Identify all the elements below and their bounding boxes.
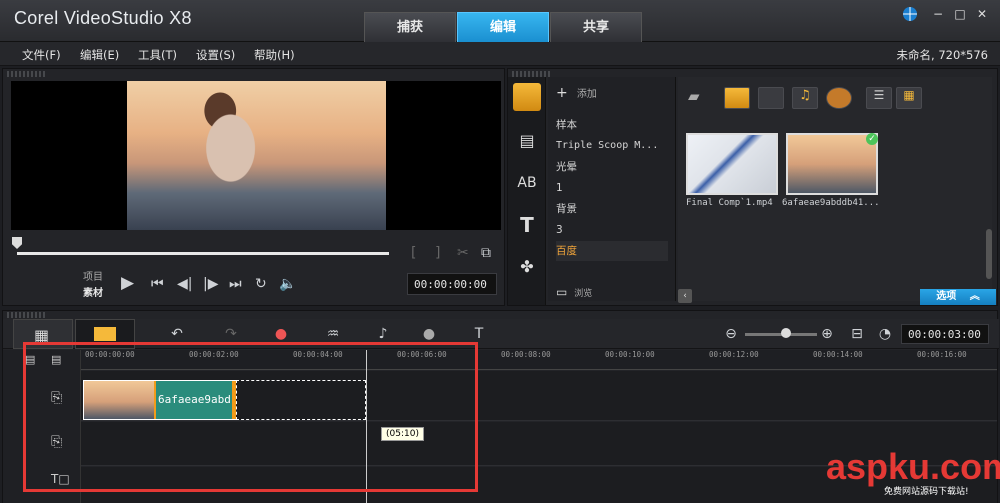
enlarge-preview-icon[interactable]: ⧉ [481,245,491,261]
fit-project-icon[interactable]: ⊟ [847,325,867,343]
folder-item[interactable]: 背景 [556,199,668,219]
folder-item[interactable]: 1 [556,178,668,198]
app-title: Corel VideoStudio X8 [14,8,192,28]
browse-label: 浏览 [574,289,593,299]
menu-tools[interactable]: 工具(T) [138,47,177,63]
ruler-tick-label: 00:00:12:00 [709,350,759,359]
mark-out-icon[interactable]: ] [435,245,440,261]
audio-filter-icon[interactable]: ♫ [792,87,818,109]
menu-help[interactable]: 帮助(H) [254,47,295,63]
zoom-in-icon[interactable]: ⊕ [817,325,837,343]
tab-edit[interactable]: 编辑 [457,12,549,42]
motion-tracking-icon[interactable]: ● [419,325,439,343]
folder-item-selected[interactable]: 百度 [556,241,668,261]
next-frame-icon[interactable]: |▶ [203,276,218,292]
checkmark-icon: ✓ [866,133,878,145]
menu-edit[interactable]: 编辑(E) [80,47,119,63]
library-tool-strip: ▤ AB T ✤ [508,77,546,305]
options-button[interactable]: 选项 ︽ [920,289,996,305]
photo-filter-icon[interactable] [758,87,784,109]
redo-icon[interactable]: ↷ [221,325,241,343]
media-label: 6afaeae9abddb41... [782,198,880,208]
tab-capture[interactable]: 捕获 [364,12,456,42]
undo-icon[interactable]: ↶ [167,325,187,343]
options-label: 选项 [936,291,957,302]
panel-grip[interactable] [7,312,47,318]
previous-frame-icon[interactable]: ◀| [177,276,192,292]
end-icon[interactable]: ⏭ [229,276,242,292]
plus-icon: + [556,85,568,101]
mode-project[interactable]: 项目 [83,268,103,283]
scrubber-handle[interactable] [12,237,22,249]
tab-share[interactable]: 共享 [550,12,642,42]
watermark-subtitle: 免费网站源码下载站! [884,487,969,497]
scrubber-track[interactable] [17,252,389,255]
transition-icon[interactable]: AB [513,169,541,197]
folder-item[interactable]: 3 [556,220,668,240]
folder-item[interactable]: 光晕 [556,157,668,177]
media-thumbnail[interactable] [686,133,778,195]
media-area: ▰ ♫ ☰ ▦ ✓ Final Comp`1.mp4 6afaeae9abddb… [678,77,992,301]
zoom-slider-handle[interactable] [781,328,791,338]
chevron-up-icon: ︽ [969,291,980,302]
title-bar: Corel VideoStudio X8 捕获 编辑 共享 − □ ✕ [0,0,1000,42]
watermark-logo: aspku.com [826,446,1000,487]
maximize-icon[interactable]: □ [952,6,968,22]
add-folder-label: 添加 [576,89,597,100]
folder-icon[interactable]: ▰ [688,87,714,109]
ruler-tick-label: 00:00:14:00 [813,350,863,359]
subtitle-editor-icon[interactable]: T [469,325,489,343]
mark-in-icon[interactable]: [ [411,245,416,261]
ruler-tick-label: 00:00:16:00 [917,350,967,359]
play-icon[interactable]: ▶ [121,273,134,293]
instant-project-icon[interactable]: ▤ [513,127,541,155]
media-icon[interactable] [513,83,541,111]
player-timecode[interactable]: 00:00:00:00 [407,273,497,295]
folder-item[interactable]: Triple Scoop M... [556,136,668,156]
library-scrollbar[interactable] [986,229,992,279]
list-view-icon[interactable]: ☰ [866,87,892,109]
video-filter-icon[interactable] [724,87,750,109]
player-panel: [ ] ✂ ⧉ 项目 素材 ▶ ⏮ ◀| |▶ ⏭ ↻ 🔈 00:00:00:0… [2,68,505,306]
folder-item[interactable]: 样本 [556,115,668,135]
library-panel: ▤ AB T ✤ + 添加 样本 Triple Scoop M... 光晕 1 … [507,68,998,306]
menu-file[interactable]: 文件(F) [22,47,61,63]
sound-mixer-icon[interactable]: ♒ [323,325,343,343]
ruler-tick-label: 00:00:08:00 [501,350,551,359]
media-thumbnail[interactable]: ✓ [786,133,878,195]
thumbnail-view-icon[interactable]: ▦ [896,87,922,109]
split-clip-icon[interactable]: ✂ [457,245,469,261]
timeline-timecode[interactable]: 00:00:03:00 [901,324,989,344]
media-label: Final Comp`1.mp4 [686,198,773,208]
panel-grip[interactable] [7,71,47,77]
browse-icon: ▭ [556,285,568,299]
library-folder-list: + 添加 样本 Triple Scoop M... 光晕 1 背景 3 百度 ▭… [548,77,676,301]
preview-screen [11,81,501,230]
close-icon[interactable]: ✕ [974,6,990,22]
globe-icon[interactable] [902,6,918,22]
annotation-highlight-box [23,342,478,492]
sort-icon[interactable] [826,87,852,109]
menu-bar: 文件(F) 编辑(E) 工具(T) 设置(S) 帮助(H) 未命名, 720*5… [0,42,1000,66]
ruler-tick-label: 00:00:10:00 [605,350,655,359]
home-icon[interactable]: ⏮ [151,276,164,292]
project-info: 未命名, 720*576 [896,48,988,62]
minimize-icon[interactable]: − [930,6,946,22]
graphic-icon[interactable]: ✤ [513,253,541,281]
timeline-icon [94,327,116,341]
clock-icon: ◔ [878,326,892,342]
title-icon[interactable]: T [513,211,541,239]
zoom-out-icon[interactable]: ⊖ [721,325,741,343]
volume-icon[interactable]: 🔈 [279,276,296,292]
auto-music-icon[interactable]: ♪ [373,325,393,343]
add-folder-button[interactable]: + 添加 [556,85,597,101]
preview-image [127,81,386,230]
browse-button[interactable]: ▭ 浏览 [556,285,592,299]
record-capture-icon[interactable]: ● [271,325,291,343]
mode-clip[interactable]: 素材 [83,284,103,299]
menu-settings[interactable]: 设置(S) [196,47,235,63]
repeat-icon[interactable]: ↻ [255,276,267,292]
collapse-left-icon[interactable]: ‹ [678,289,692,303]
